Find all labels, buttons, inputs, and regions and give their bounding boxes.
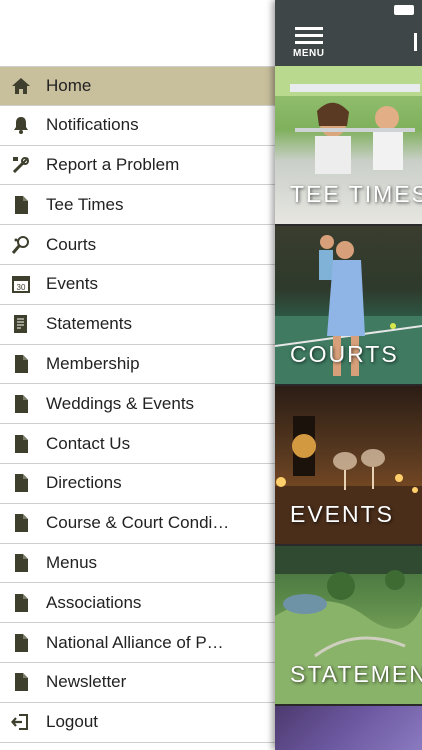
bell-icon [11, 115, 31, 135]
menu-item-label: Events [46, 274, 98, 294]
menu-button[interactable]: MENU [293, 24, 327, 60]
menu-item-associations[interactable]: Associations [0, 583, 275, 624]
hamburger-icon [295, 27, 323, 30]
tile-label: TEE TIMES [290, 181, 422, 207]
document-icon [11, 394, 31, 414]
menu-item-newsletter[interactable]: Newsletter [0, 663, 275, 703]
menu-list: Home Notifications Report a Problem Tee … [0, 66, 275, 743]
drawer-header [0, 0, 275, 66]
calendar-icon: 30 [11, 274, 31, 294]
tile-courts[interactable]: COURTS [275, 226, 422, 384]
racket-icon [11, 235, 31, 255]
menu-item-course-court-conditions[interactable]: Course & Court Condi… [0, 504, 275, 544]
menu-item-label: Report a Problem [46, 154, 180, 174]
document-icon [11, 195, 31, 215]
tools-icon [11, 155, 31, 175]
menu-item-label: Directions [46, 473, 122, 493]
tile-tee-times[interactable]: TEE TIMES [275, 66, 422, 224]
menu-item-label: National Alliance of P… [46, 632, 224, 652]
menu-item-label: Menus [46, 552, 98, 572]
logout-icon [11, 712, 31, 732]
menu-button-label: MENU [293, 48, 325, 59]
menu-item-logout[interactable]: Logout [0, 703, 275, 743]
document-icon [11, 553, 31, 573]
menu-item-label: Courts [46, 234, 97, 254]
menu-item-label: Contact Us [46, 433, 131, 453]
document-icon [11, 434, 31, 454]
tile-label: STATEMEN [290, 661, 422, 687]
battery-icon [394, 5, 414, 15]
document-icon [11, 633, 31, 653]
menu-item-label: Statements [46, 314, 132, 334]
tile-events[interactable]: EVENTS [275, 386, 422, 544]
tile-label: EVENTS [290, 501, 395, 527]
menu-item-home[interactable]: Home [0, 66, 275, 106]
menu-item-menus[interactable]: Menus [0, 544, 275, 584]
tile-label: COURTS [290, 341, 399, 367]
document-icon [11, 672, 31, 692]
menu-item-label: Tee Times [46, 194, 124, 214]
home-icon [11, 76, 31, 96]
menu-item-label: Weddings & Events [46, 393, 195, 413]
menu-item-national-alliance[interactable]: National Alliance of P… [0, 623, 275, 663]
menu-item-directions[interactable]: Directions [0, 464, 275, 504]
menu-item-membership[interactable]: Membership [0, 345, 275, 385]
document-icon [11, 593, 31, 613]
menu-item-courts[interactable]: Courts [0, 225, 275, 265]
menu-item-notifications[interactable]: Notifications [0, 106, 275, 146]
menu-item-statements[interactable]: Statements [0, 305, 275, 345]
menu-item-weddings-events[interactable]: Weddings & Events [0, 384, 275, 425]
menu-item-label: Course & Court Condi… [46, 513, 230, 533]
app-header: MENU [275, 0, 422, 66]
header-title-fragment [414, 33, 417, 51]
navigation-drawer: Home Notifications Report a Problem Tee … [0, 0, 275, 750]
document-icon [11, 354, 31, 374]
menu-item-events[interactable]: 30 Events [0, 265, 275, 305]
tile-next[interactable] [275, 706, 422, 750]
menu-item-report-a-problem[interactable]: Report a Problem [0, 146, 275, 186]
calendar-day-number: 30 [17, 283, 26, 292]
menu-item-label: Membership [46, 353, 140, 373]
tile-statements[interactable]: STATEMEN [275, 546, 422, 704]
menu-item-label: Newsletter [46, 672, 127, 692]
document-icon [11, 513, 31, 533]
menu-item-label: Logout [46, 712, 98, 732]
document-icon [11, 473, 31, 493]
menu-item-label: Home [46, 75, 92, 95]
menu-item-label: Associations [46, 592, 142, 612]
main-panel: MENU TEE TIMES COURTS EVENTS STATEMEN [275, 0, 422, 750]
menu-item-contact-us[interactable]: Contact Us [0, 424, 275, 464]
menu-item-tee-times[interactable]: Tee Times [0, 185, 275, 226]
statement-icon [11, 314, 31, 334]
menu-item-label: Notifications [46, 115, 139, 135]
